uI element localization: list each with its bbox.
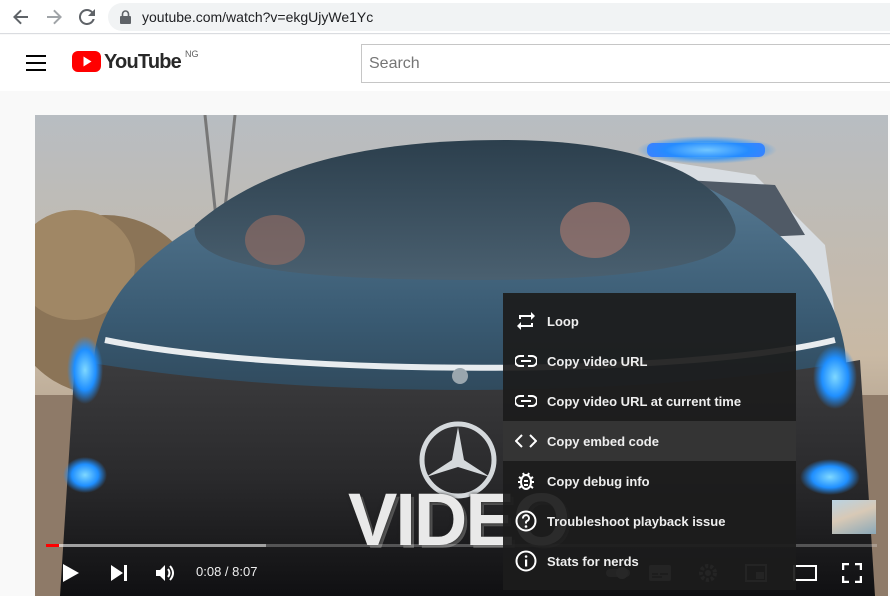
volume-icon[interactable] (153, 560, 179, 586)
search-input[interactable] (362, 45, 890, 82)
logo-text: YouTube (104, 51, 182, 73)
menu-item-copy-video-url-at-time[interactable]: Copy video URL at current time (503, 381, 796, 421)
play-icon[interactable] (58, 560, 84, 586)
reload-icon[interactable] (76, 6, 98, 28)
menu-item-label: Loop (547, 313, 579, 329)
info-circle-icon (514, 549, 538, 573)
back-arrow-icon[interactable] (10, 6, 32, 28)
link-icon (514, 349, 538, 373)
menu-item-label: Copy debug info (547, 473, 650, 489)
menu-item-loop[interactable]: Loop (503, 301, 796, 341)
player-context-menu: Loop Copy video URL Copy video URL at cu… (503, 293, 796, 590)
forward-arrow-icon[interactable] (43, 6, 65, 28)
question-circle-icon (514, 509, 538, 533)
bug-icon (514, 469, 538, 493)
youtube-logo[interactable]: YouTube NG (72, 49, 199, 74)
menu-item-copy-debug-info[interactable]: Copy debug info (503, 461, 796, 501)
menu-hamburger-icon[interactable] (26, 55, 46, 71)
youtube-header: YouTube NG (0, 35, 890, 91)
progress-loaded (46, 544, 266, 547)
loop-icon (514, 309, 538, 333)
browser-toolbar: youtube.com/watch?v=ekgUjyWe1Yc (0, 0, 890, 34)
link-icon (514, 389, 538, 413)
search-box[interactable] (361, 44, 890, 83)
menu-item-copy-embed-code[interactable]: Copy embed code (503, 421, 796, 461)
channel-watermark[interactable] (832, 500, 876, 534)
next-icon[interactable] (106, 560, 132, 586)
menu-item-label: Stats for nerds (547, 553, 639, 569)
address-bar[interactable]: youtube.com/watch?v=ekgUjyWe1Yc (108, 3, 890, 31)
fullscreen-icon[interactable] (839, 560, 865, 586)
embed-code-icon (514, 429, 538, 453)
url-text: youtube.com/watch?v=ekgUjyWe1Yc (142, 9, 374, 25)
menu-item-label: Troubleshoot playback issue (547, 513, 726, 529)
time-display: 0:08 / 8:07 (196, 564, 258, 579)
youtube-play-logo-icon (72, 51, 101, 72)
menu-item-troubleshoot[interactable]: Troubleshoot playback issue (503, 501, 796, 541)
menu-item-stats-for-nerds[interactable]: Stats for nerds (503, 541, 796, 581)
menu-item-label: Copy embed code (547, 433, 659, 449)
menu-item-copy-video-url[interactable]: Copy video URL (503, 341, 796, 381)
menu-item-label: Copy video URL at current time (547, 393, 742, 409)
progress-played (46, 544, 59, 547)
menu-item-label: Copy video URL (547, 353, 648, 369)
country-code: NG (184, 49, 199, 59)
lock-icon (120, 10, 131, 29)
